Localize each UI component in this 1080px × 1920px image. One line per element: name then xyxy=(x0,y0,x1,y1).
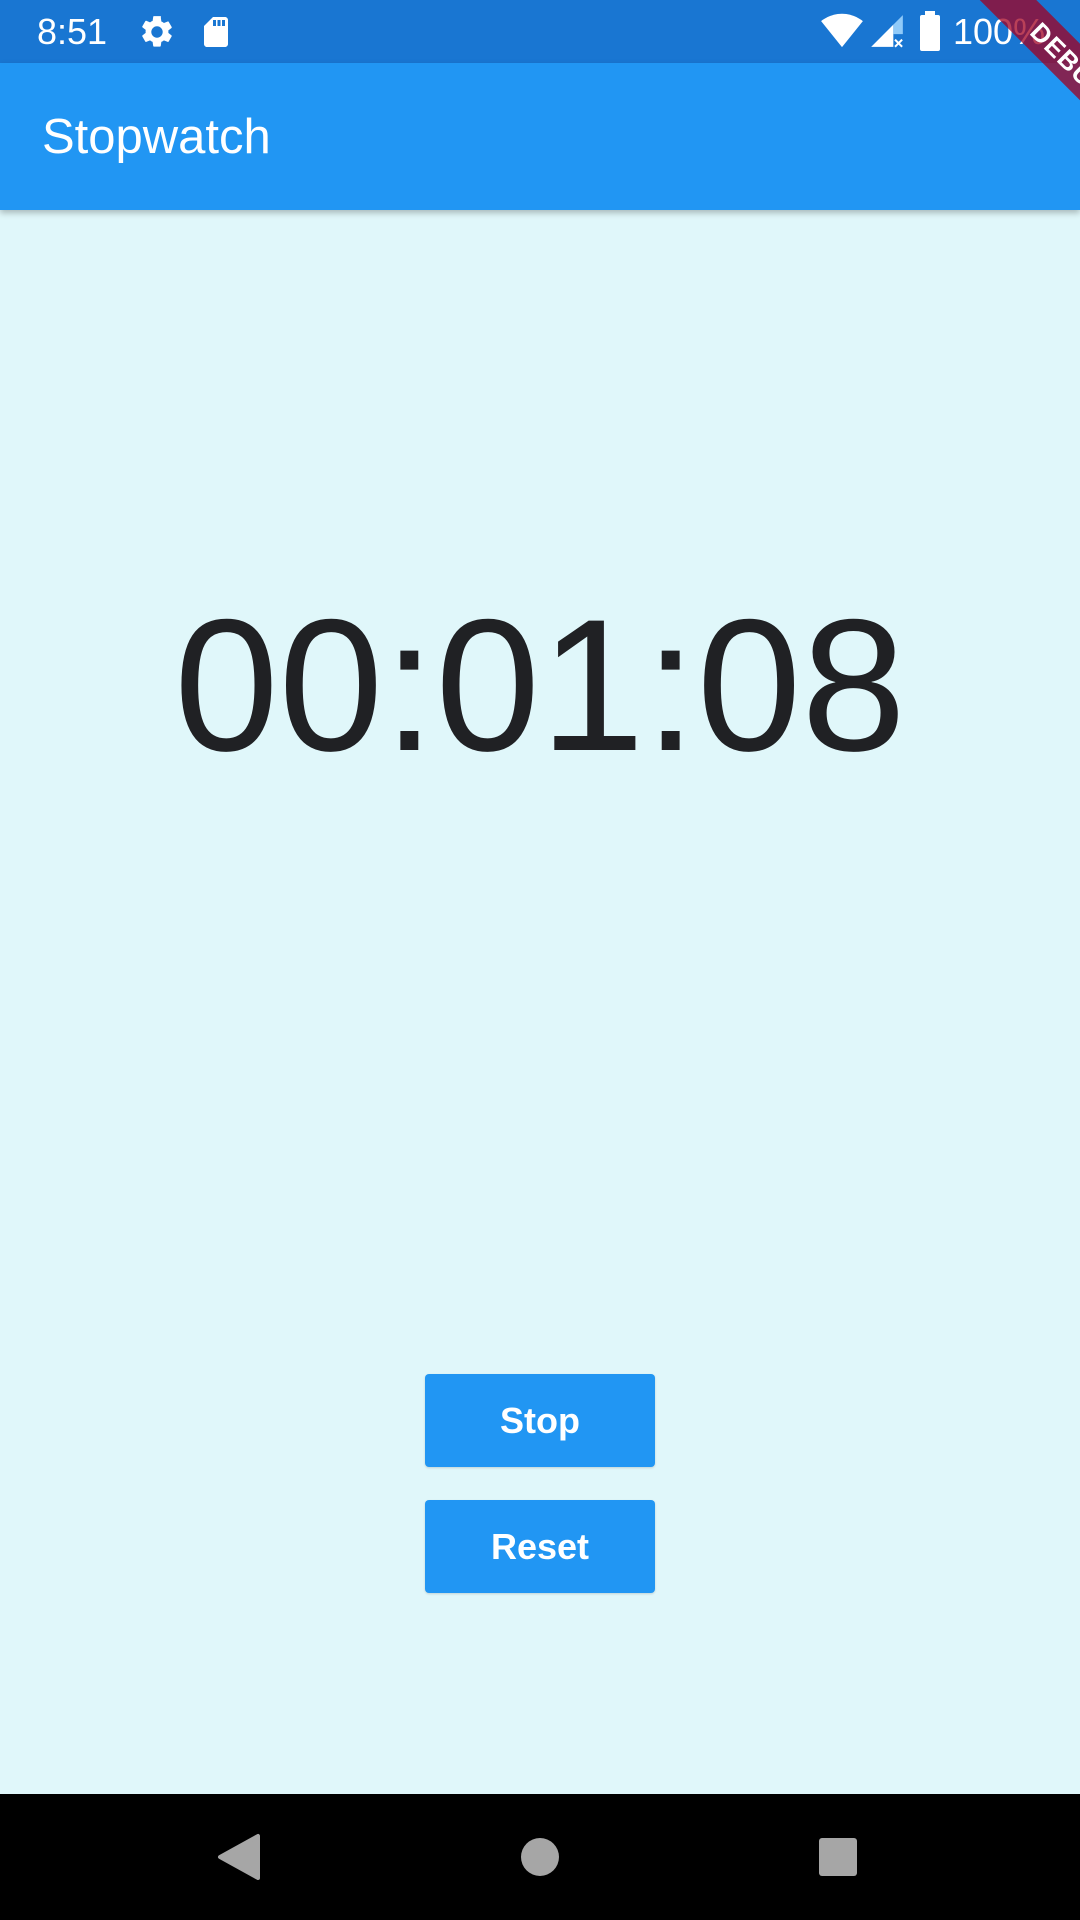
app-bar: Stopwatch xyxy=(0,63,1080,210)
home-icon xyxy=(477,1838,603,1920)
back-icon xyxy=(177,1834,303,1920)
navigation-bar xyxy=(0,1794,1080,1920)
timer-display: 00:01:08 xyxy=(174,580,906,790)
home-button[interactable] xyxy=(477,1794,603,1920)
battery-percentage: 100% xyxy=(953,11,1046,52)
back-button[interactable] xyxy=(177,1794,303,1920)
settings-icon xyxy=(138,13,176,56)
battery-icon xyxy=(918,11,942,56)
recents-icon xyxy=(775,1838,901,1920)
sd-card-icon xyxy=(198,13,234,56)
page-title: Stopwatch xyxy=(42,110,271,164)
recents-button[interactable] xyxy=(775,1794,901,1920)
reset-button[interactable]: Reset xyxy=(425,1500,655,1593)
wifi-icon xyxy=(820,12,864,53)
stop-button[interactable]: Stop xyxy=(425,1374,655,1467)
cell-signal-icon xyxy=(868,12,906,55)
status-time: 8:51 xyxy=(37,11,108,52)
status-bar: 8:51 100% xyxy=(0,0,1080,63)
